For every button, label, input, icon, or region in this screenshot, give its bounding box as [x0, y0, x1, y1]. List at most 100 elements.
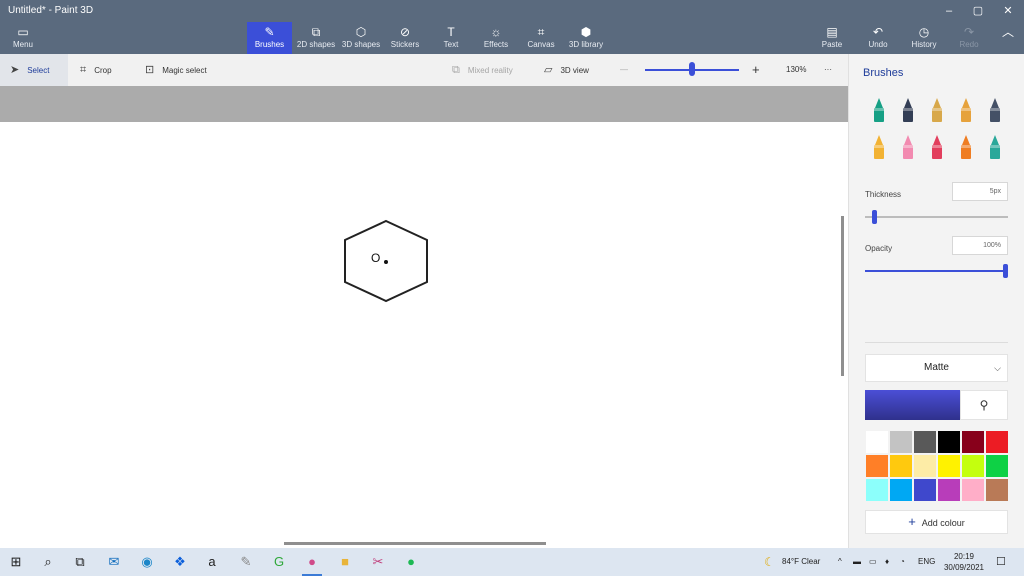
palette-swatch[interactable]	[889, 430, 913, 454]
palette-swatch[interactable]	[985, 454, 1009, 478]
tab-text[interactable]: T Text	[436, 22, 466, 54]
pencil-icon[interactable]	[868, 133, 890, 161]
panel-title: Brushes	[863, 67, 904, 79]
mixed-reality-button[interactable]: ⧉ Mixed reality	[452, 54, 526, 86]
collapse-ribbon-button[interactable]: ︿	[996, 22, 1020, 54]
tab-effects[interactable]: ☼ Effects	[480, 22, 512, 54]
palette-swatch[interactable]	[889, 478, 913, 502]
palette-swatch[interactable]	[961, 430, 985, 454]
gmail-g-icon[interactable]: G	[263, 548, 295, 576]
palette-swatch[interactable]	[937, 478, 961, 502]
spotify-icon[interactable]: ●	[395, 548, 427, 576]
crop-tool[interactable]: ⌗ Crop	[80, 54, 130, 86]
zoom-in-button[interactable]: +	[752, 54, 764, 86]
add-colour-button[interactable]: + Add colour	[865, 510, 1008, 534]
palette-swatch[interactable]	[985, 430, 1009, 454]
spray-can-icon[interactable]	[955, 133, 977, 161]
brushes-panel: Brushes Thickness 5px Opacity 100% Matte…	[848, 54, 1024, 548]
close-button[interactable]: ✕	[993, 3, 1023, 19]
horizontal-scrollbar[interactable]	[284, 542, 546, 545]
watercolor-icon[interactable]	[955, 96, 977, 124]
clock-date: 30/09/2021	[943, 563, 985, 572]
menu-button[interactable]: ▭ Menu	[8, 22, 38, 54]
taskbar: ⊞ ⌕ ⧉ ✉ ◉ ❖ a ✎ G ● ■ ✂ ● ☾ 84°F Clear ^…	[0, 548, 1024, 576]
palette-swatch[interactable]	[889, 454, 913, 478]
palette-swatch[interactable]	[913, 454, 937, 478]
file-explorer-icon[interactable]: ■	[329, 548, 361, 576]
palette-swatch[interactable]	[913, 430, 937, 454]
thickness-slider-thumb[interactable]	[871, 210, 877, 224]
system-clock[interactable]: 20:19 30/09/2021	[938, 551, 990, 573]
palette-swatch[interactable]	[937, 454, 961, 478]
finish-dropdown[interactable]: Matte ⌵	[865, 354, 1008, 382]
battery-icon[interactable]: ▭	[869, 548, 879, 576]
calligraphy-pen-icon[interactable]	[897, 96, 919, 124]
thickness-slider-track[interactable]	[865, 216, 1008, 218]
paste-button[interactable]: ▤ Paste	[818, 22, 846, 54]
search-icon[interactable]: ⌕	[32, 548, 64, 576]
history-button[interactable]: ◷ History	[906, 22, 942, 54]
magic-select-tool[interactable]: ⊡ Magic select	[145, 54, 225, 86]
microphone-icon[interactable]: ♦	[885, 548, 895, 576]
oil-brush-icon[interactable]	[926, 96, 948, 124]
snip-icon[interactable]: ✂	[362, 548, 394, 576]
canvas-drawing: O	[344, 219, 428, 303]
palette-swatch[interactable]	[865, 430, 889, 454]
brush-icon: ✎	[264, 25, 275, 39]
marker-icon[interactable]	[868, 96, 890, 124]
tab-canvas[interactable]: ⌗ Canvas	[525, 22, 557, 54]
eraser-icon[interactable]	[897, 133, 919, 161]
drawing-letter: O	[371, 251, 380, 265]
drawing-canvas[interactable]: O	[0, 122, 848, 548]
opacity-input[interactable]: 100%	[952, 236, 1008, 255]
notification-icon[interactable]: ☐	[996, 548, 1010, 576]
dropbox-icon[interactable]: ❖	[164, 548, 196, 576]
undo-button[interactable]: ↶ Undo	[864, 22, 892, 54]
windows-start-icon[interactable]: ⊞	[0, 548, 32, 576]
tab-3d-library[interactable]: ⬢ 3D library	[566, 22, 606, 54]
paint-brush-app-icon[interactable]: ✎	[230, 548, 262, 576]
palette-swatch[interactable]	[937, 430, 961, 454]
palette-swatch[interactable]	[961, 478, 985, 502]
select-tool[interactable]: ➤ Select	[0, 54, 68, 86]
minimize-button[interactable]: –	[934, 3, 964, 19]
language-indicator[interactable]: ENG	[918, 548, 936, 576]
opacity-label: Opacity	[865, 244, 893, 253]
opacity-slider-thumb[interactable]	[1003, 264, 1008, 278]
tab-3d-shapes[interactable]: ⬡ 3D shapes	[339, 22, 383, 54]
palette-swatch[interactable]	[865, 454, 889, 478]
fill-icon[interactable]	[984, 133, 1006, 161]
tab-2d-shapes[interactable]: ⧉ 2D shapes	[294, 22, 338, 54]
eyedropper-button[interactable]: ⚲	[960, 390, 1008, 420]
history-label: History	[911, 40, 937, 49]
palette-swatch[interactable]	[865, 478, 889, 502]
amazon-icon[interactable]: a	[196, 548, 228, 576]
palette-swatch[interactable]	[913, 478, 937, 502]
current-colour-swatch[interactable]	[865, 390, 960, 420]
3d-view-button[interactable]: ▱ 3D view	[544, 54, 600, 86]
more-options-button[interactable]: ···	[824, 54, 838, 86]
chevron-up-icon[interactable]: ^	[838, 548, 848, 576]
palette-swatch[interactable]	[985, 478, 1009, 502]
redo-button[interactable]: ↷ Redo	[955, 22, 983, 54]
thickness-input[interactable]: 5px	[952, 182, 1008, 201]
zoom-out-button[interactable]: —	[620, 54, 632, 86]
weather-text[interactable]: 84°F Clear	[782, 548, 832, 576]
mail-icon[interactable]: ✉	[98, 548, 130, 576]
pixel-pen-icon[interactable]	[984, 96, 1006, 124]
palette-swatch[interactable]	[961, 454, 985, 478]
edge-icon[interactable]: ◉	[131, 548, 163, 576]
maximize-button[interactable]: ▢	[963, 3, 993, 19]
tab-brushes[interactable]: ✎ Brushes	[247, 22, 292, 54]
wifi-icon[interactable]: ◔	[900, 548, 910, 576]
vertical-scrollbar[interactable]	[841, 216, 844, 376]
crayon-icon[interactable]	[926, 133, 948, 161]
3d-cube-icon: ⬡	[355, 25, 367, 39]
paint-3d-icon[interactable]: ●	[296, 548, 328, 576]
network-icon[interactable]: ▬	[853, 548, 863, 576]
tab-stickers[interactable]: ⊘ Stickers	[386, 22, 424, 54]
opacity-slider-track[interactable]	[865, 270, 1008, 272]
cursor-icon: ➤	[10, 64, 20, 76]
zoom-slider-thumb[interactable]	[689, 62, 695, 76]
task-view-icon[interactable]: ⧉	[64, 548, 96, 576]
